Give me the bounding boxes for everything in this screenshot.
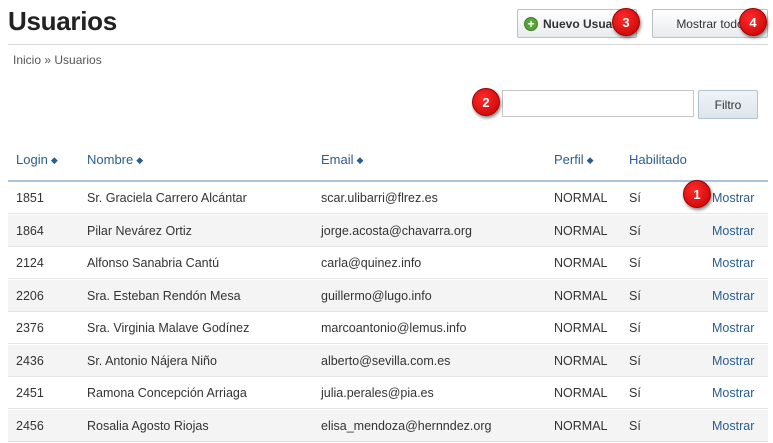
cell-login: 1864 (16, 223, 44, 238)
cell-profile: NORMAL (554, 191, 608, 205)
table-row: 2124 Alfonso Sanabria Cantú carla@quinez.i… (8, 247, 768, 279)
cell-name: Sra. Virginia Malave Godínez (87, 321, 250, 335)
cell-profile: NORMAL (554, 288, 608, 303)
cell-profile: NORMAL (554, 386, 608, 400)
cell-login: 2456 (16, 418, 44, 433)
cell-profile: NORMAL (554, 223, 608, 238)
column-header-enabled: Habilitado (629, 152, 687, 167)
annotation-badge-4: 4 (739, 8, 767, 36)
cell-email: guillermo@lugo.info (321, 288, 432, 303)
sort-icon: ◆ (136, 155, 144, 165)
cell-email: carla@quinez.info (321, 256, 422, 270)
column-header-name[interactable]: Nombre ◆ (87, 152, 143, 167)
show-user-link[interactable]: Mostrar (712, 419, 754, 433)
cell-profile: NORMAL (554, 256, 608, 270)
show-user-link[interactable]: Mostrar (712, 321, 754, 335)
cell-profile: NORMAL (554, 353, 608, 368)
column-header-login[interactable]: Login ◆ (16, 152, 58, 167)
cell-email: jorge.acosta@chavarra.org (321, 223, 472, 238)
cell-enabled: Sí (629, 288, 641, 303)
cell-login: 2436 (16, 353, 44, 368)
show-user-link[interactable]: Mostrar (712, 256, 754, 270)
header-divider (8, 44, 768, 45)
sort-icon: ◆ (586, 155, 594, 165)
cell-login: 1851 (16, 191, 44, 205)
show-user-link[interactable]: Mostrar (712, 191, 754, 205)
cell-email: scar.ulibarri@flrez.es (321, 191, 438, 205)
cell-enabled: Sí (629, 191, 641, 205)
column-header-email[interactable]: Email ◆ (321, 152, 363, 167)
show-user-link[interactable]: Mostrar (712, 354, 754, 368)
cell-enabled: Sí (629, 321, 641, 335)
cell-name: Pilar Nevárez Ortiz (87, 223, 192, 238)
annotation-badge-2: 2 (472, 88, 500, 116)
table-row: 2456 Rosalia Agosto Riojas elisa_mendoza@h… (8, 409, 768, 442)
table-row: 2436 Sr. Antonio Nájera Niño alberto@sevil… (8, 344, 768, 377)
cell-email: alberto@sevilla.com.es (321, 353, 451, 368)
annotation-badge-3: 3 (612, 8, 640, 36)
table-row: 1851 Sr. Graciela Carrero Alcántar scar.ul… (8, 182, 768, 214)
cell-email: julia.perales@pia.es (321, 386, 434, 400)
breadcrumb: Inicio » Usuarios (13, 53, 102, 67)
sort-icon: ◆ (50, 155, 58, 165)
cell-login: 2206 (16, 288, 44, 303)
cell-login: 2124 (16, 256, 44, 270)
show-user-link[interactable]: Mostrar (712, 386, 754, 400)
cell-name: Sr. Antonio Nájera Niño (87, 353, 217, 368)
cell-profile: NORMAL (554, 321, 608, 335)
filter-input[interactable] (502, 90, 694, 117)
plus-icon: + (524, 16, 538, 31)
cell-enabled: Sí (629, 418, 641, 433)
cell-email: elisa_mendoza@hernndez.org (321, 418, 492, 433)
cell-name: Alfonso Sanabria Cantú (87, 256, 220, 270)
table-row: 2376 Sra. Virginia Malave Godínez marcoant… (8, 312, 768, 344)
cell-enabled: Sí (629, 223, 641, 238)
show-user-link[interactable]: Mostrar (712, 289, 754, 303)
sort-icon: ◆ (356, 155, 364, 165)
show-all-label: Mostrar todo (676, 16, 744, 31)
table-row: 2206 Sra. Esteban Rendón Mesa guillermo@lu… (8, 279, 768, 312)
cell-name: Ramona Concepción Arriaga (87, 386, 247, 400)
cell-enabled: Sí (629, 386, 641, 400)
show-user-link[interactable]: Mostrar (712, 224, 754, 238)
cell-email: marcoantonio@lemus.info (321, 321, 467, 335)
cell-login: 2451 (16, 386, 44, 400)
table-row: 1864 Pilar Nevárez Ortiz jorge.acosta@chav… (8, 214, 768, 247)
filter-button-label: Filtro (714, 97, 742, 112)
cell-profile: NORMAL (554, 418, 608, 433)
page-title: Usuarios (8, 6, 117, 36)
cell-name: Rosalia Agosto Riojas (87, 418, 209, 433)
cell-enabled: Sí (629, 353, 641, 368)
annotation-badge-1: 1 (683, 180, 711, 208)
cell-enabled: Sí (629, 256, 641, 270)
cell-login: 2376 (16, 321, 44, 335)
cell-name: Sra. Esteban Rendón Mesa (87, 288, 241, 303)
column-header-profile[interactable]: Perfil ◆ (554, 152, 594, 167)
filter-button[interactable]: Filtro (698, 90, 758, 119)
cell-name: Sr. Graciela Carrero Alcántar (87, 191, 247, 205)
table-header: Login ◆ Nombre ◆ Email ◆ Perfil ◆ Habilitado (8, 148, 768, 180)
table-row: 2451 Ramona Concepción Arriaga julia.peral… (8, 377, 768, 409)
